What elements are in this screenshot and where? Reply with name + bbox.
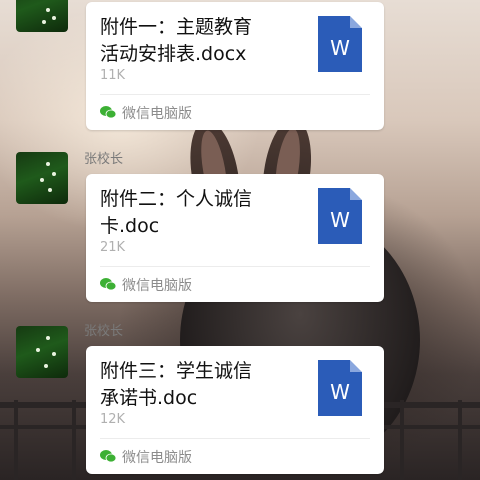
source-label: 微信电脑版 xyxy=(122,450,192,466)
avatar[interactable] xyxy=(16,152,68,204)
word-document-icon: W xyxy=(318,360,362,416)
file-size: 12K xyxy=(100,412,126,427)
word-document-icon: W xyxy=(318,16,362,72)
background-fence-post xyxy=(14,400,18,480)
divider xyxy=(100,438,370,439)
file-size: 11K xyxy=(100,68,126,83)
word-document-icon: W xyxy=(318,188,362,244)
wechat-icon xyxy=(100,106,116,118)
file-message-card[interactable]: 附件二：个人诚信 卡.doc 21K W 微信电脑版 xyxy=(86,174,384,302)
divider xyxy=(100,266,370,267)
background-fence-post xyxy=(72,400,76,480)
sender-name: 张校长 xyxy=(84,324,124,339)
file-name: 附件二：个人诚信 卡.doc xyxy=(100,188,253,237)
avatar[interactable] xyxy=(16,0,68,32)
source-label: 微信电脑版 xyxy=(122,106,192,122)
wechat-icon xyxy=(100,278,116,290)
avatar[interactable] xyxy=(16,326,68,378)
file-name: 附件一：主题教育 活动安排表.docx xyxy=(100,16,253,65)
file-message-card[interactable]: 附件一：主题教育 活动安排表.docx 11K W 微信电脑版 xyxy=(86,2,384,130)
file-name: 附件三：学生诚信 承诺书.doc xyxy=(100,360,253,409)
background-fence-post xyxy=(400,400,404,480)
source-label: 微信电脑版 xyxy=(122,278,192,294)
sender-name: 张校长 xyxy=(84,152,124,167)
wechat-icon xyxy=(100,450,116,462)
divider xyxy=(100,94,370,95)
background-fence-post xyxy=(458,400,462,480)
file-size: 21K xyxy=(100,240,126,255)
file-message-card[interactable]: 附件三：学生诚信 承诺书.doc 12K W 微信电脑版 xyxy=(86,346,384,474)
